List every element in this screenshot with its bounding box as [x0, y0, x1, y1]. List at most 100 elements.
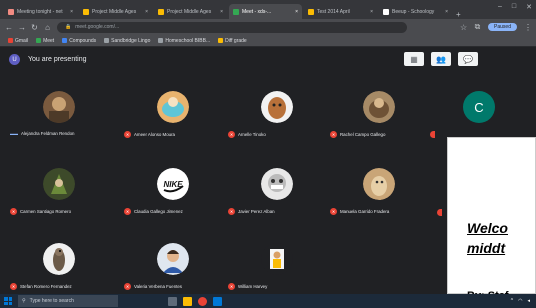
- tab-title: Meeting tonight - net: [17, 8, 63, 15]
- browser-tab-active[interactable]: Meet - xds-... ×: [229, 4, 302, 19]
- participant-tile[interactable]: ▬▬ Alejandra Feldman Rendon: [6, 91, 111, 149]
- mic-off-icon: ✕: [10, 208, 17, 215]
- window-controls: – □ ✕: [498, 3, 532, 11]
- star-icon[interactable]: ☆: [460, 23, 467, 32]
- tab-favicon: [383, 8, 389, 15]
- participant-name: Arnelle Tinoko: [238, 132, 266, 137]
- slide-title-line: Welco: [467, 220, 508, 236]
- participant-name: Carmen Santiago Romero: [20, 209, 72, 214]
- profile-paused-button[interactable]: Paused: [488, 23, 517, 31]
- slide-title: Welco middt: [467, 218, 508, 258]
- address-bar-row: ← → ↻ ⌂ 🔒 meet.google.com/... ☆ ⧉ Paused…: [0, 19, 536, 35]
- browser-tab[interactable]: Meeting tonight - net ×: [4, 4, 77, 19]
- participant-name-row: ✕ Rachel Campo Gallego: [330, 131, 385, 138]
- network-icon[interactable]: ◠: [518, 298, 522, 304]
- participant-avatar: [157, 243, 189, 275]
- volume-icon[interactable]: ◂: [527, 298, 530, 304]
- menu-icon[interactable]: ⋮: [524, 23, 532, 32]
- participant-name-row: ✕ Manuela Garrido Fradera: [330, 208, 389, 215]
- bookmark-diff-grade[interactable]: Diff grade: [218, 37, 247, 44]
- participant-avatar: [157, 91, 189, 123]
- participant-tile[interactable]: ✕ Manuela Garrido Fradera: [326, 168, 431, 226]
- bookmark-label: Compounds: [69, 37, 97, 44]
- participant-tile[interactable]: ✕ Javier Perez Alban: [224, 168, 329, 226]
- tab-favicon: [83, 8, 89, 15]
- bookmark-gmail[interactable]: Gmail: [8, 37, 29, 44]
- browser-tab-bar: Meeting tonight - net × Project Middle Ag…: [0, 0, 536, 19]
- bookmark-icon: [8, 37, 13, 43]
- participant-tile[interactable]: ✕ William Harvey: [224, 243, 329, 301]
- close-icon[interactable]: ×: [445, 9, 448, 15]
- close-icon[interactable]: ×: [295, 9, 298, 15]
- new-tab-button[interactable]: +: [456, 10, 466, 19]
- reload-icon[interactable]: ↻: [31, 23, 38, 32]
- bookmark-icon: [62, 37, 68, 43]
- bookmark-homeschool[interactable]: Homeschool BIBB...: [158, 37, 211, 44]
- home-icon[interactable]: ⌂: [44, 23, 51, 32]
- forward-icon[interactable]: →: [18, 23, 26, 32]
- participant-name: Stefan Romero Fernandez: [20, 284, 72, 289]
- close-window-icon[interactable]: ✕: [526, 3, 532, 11]
- close-icon[interactable]: ×: [220, 9, 223, 15]
- bookmark-compounds[interactable]: Compounds: [62, 37, 97, 44]
- tab-favicon: [158, 8, 164, 15]
- tab-title: Test 2014 April: [317, 8, 350, 15]
- mic-off-icon: [430, 131, 435, 138]
- participant-name-row: ✕ Carmen Santiago Romero: [10, 208, 71, 215]
- participant-name-row: ✕ Stefan Romero Fernandez: [10, 283, 72, 290]
- maximize-icon[interactable]: □: [512, 3, 516, 11]
- presenting-icon: U: [9, 54, 20, 65]
- search-icon: ⚲: [22, 298, 26, 304]
- participant-avatar: [261, 243, 293, 275]
- browser-tab[interactable]: Test 2014 April ×: [304, 4, 377, 19]
- participant-name: Javier Perez Alban: [238, 209, 275, 214]
- extensions-icon[interactable]: ⧉: [474, 22, 481, 32]
- close-icon[interactable]: ×: [370, 9, 373, 15]
- mic-off-icon: ✕: [228, 131, 235, 138]
- meet-top-tools: ▦ 👥 💬: [404, 52, 478, 66]
- participant-avatar: NIKE: [157, 168, 189, 200]
- store-icon[interactable]: [213, 296, 222, 306]
- address-bar-actions: ☆ ⧉ Paused ⋮: [460, 22, 532, 32]
- participant-name: Ameer Alonso Moura: [134, 132, 175, 137]
- tray-up-arrow-icon[interactable]: ^: [511, 298, 513, 304]
- bookmark-meet[interactable]: Meet: [36, 37, 55, 44]
- bookmark-label: Homeschool BIBB...: [165, 37, 211, 44]
- participant-tile[interactable]: ✕ Stefan Romero Fernandez: [6, 243, 111, 301]
- close-icon[interactable]: ×: [70, 9, 73, 15]
- participant-name-row: ✕ Claudia Gallego Jimenez: [124, 208, 183, 215]
- windows-start-icon[interactable]: [4, 297, 12, 305]
- bookmark-label: Gmail: [15, 37, 29, 44]
- back-icon[interactable]: ←: [5, 23, 13, 32]
- participant-name: Rachel Campo Gallego: [340, 132, 386, 137]
- task-view-icon[interactable]: [168, 296, 177, 306]
- file-explorer-icon[interactable]: [183, 296, 192, 306]
- browser-tab[interactable]: Beeup - Schoology ×: [379, 4, 452, 19]
- taskbar-search-field[interactable]: ⚲ Type here to search: [18, 295, 118, 307]
- people-icon[interactable]: 👥: [431, 52, 451, 66]
- participant-tile[interactable]: ✕ Ameer Alonso Moura: [120, 91, 225, 149]
- participant-tile[interactable]: ✕ Rachel Campo Gallego: [326, 91, 431, 149]
- url-field[interactable]: 🔒 meet.google.com/...: [57, 21, 407, 33]
- bookmark-icon: [104, 37, 110, 43]
- bookmark-lingo[interactable]: Sandbridge Lingo: [104, 37, 150, 44]
- participant-avatar: [43, 168, 75, 200]
- close-icon[interactable]: ×: [145, 9, 148, 15]
- participant-tile[interactable]: ✕ Valeria Verbena Fuentes: [120, 243, 225, 301]
- browser-tab[interactable]: Project Middle Ages ×: [79, 4, 152, 19]
- mic-off-icon: ✕: [124, 283, 131, 290]
- participant-tile[interactable]: NIKE ✕ Claudia Gallego Jimenez: [120, 168, 225, 226]
- tab-title: Project Middle Ages: [92, 8, 137, 15]
- participant-avatar: [261, 168, 293, 200]
- grid-view-icon[interactable]: ▦: [404, 52, 424, 66]
- browser-tab[interactable]: Project Middle Ages ×: [154, 4, 227, 19]
- tab-title: Project Middle Ages: [167, 8, 212, 15]
- chat-icon[interactable]: 💬: [458, 52, 478, 66]
- participant-tile[interactable]: ✕ Arnelle Tinoko: [224, 91, 329, 149]
- minimize-icon[interactable]: –: [498, 3, 502, 11]
- participant-tile[interactable]: ✕ Carmen Santiago Romero: [6, 168, 111, 226]
- bookmark-label: Meet: [43, 37, 55, 44]
- presented-slide: Welcomiddt By: Stef: [447, 137, 536, 302]
- chrome-icon[interactable]: [198, 296, 207, 306]
- bookmark-label: Diff grade: [225, 37, 247, 44]
